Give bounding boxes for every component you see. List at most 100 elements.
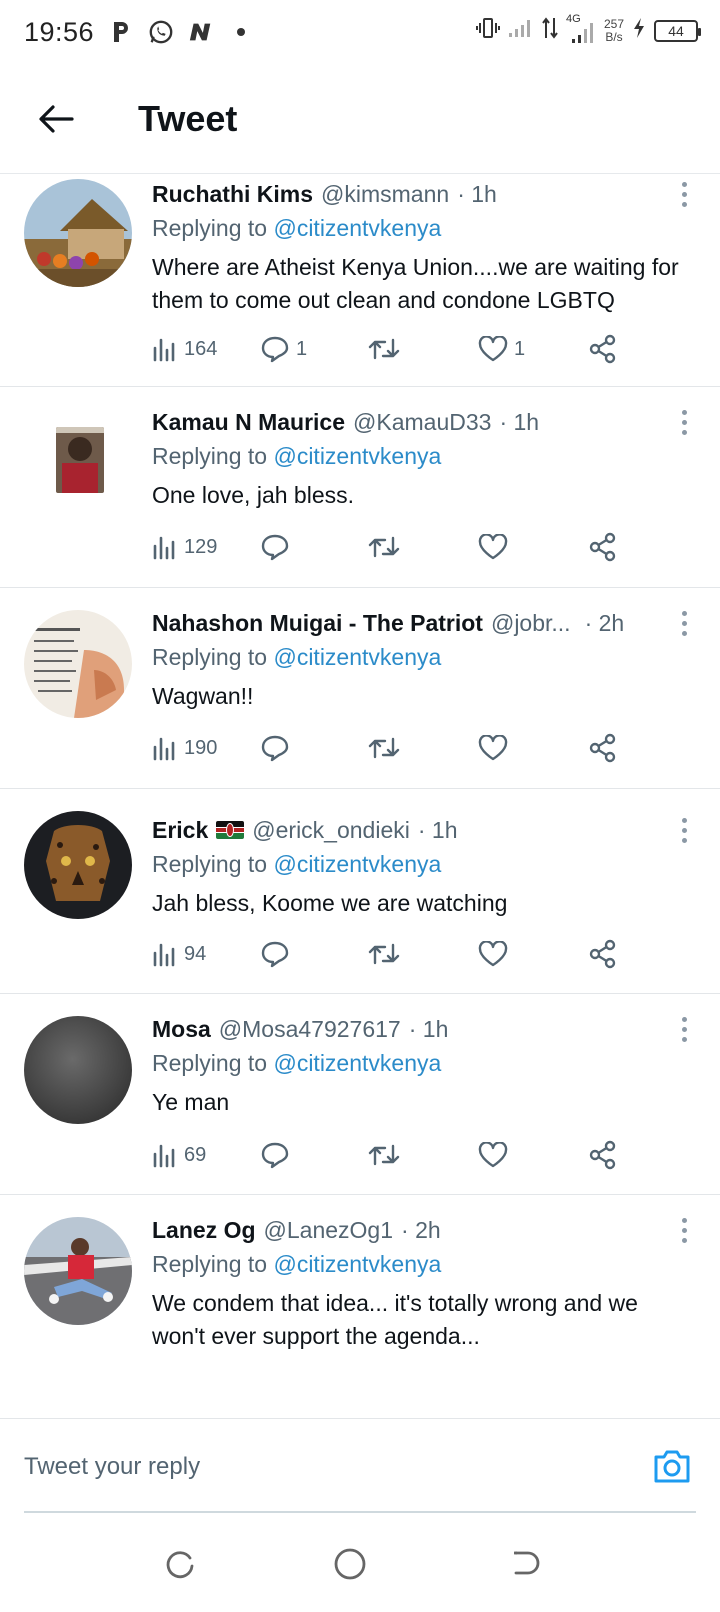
tweet-time: · 1h [417, 816, 458, 843]
like-count: 1 [514, 337, 526, 360]
back-nav-icon [514, 1551, 540, 1575]
avatar[interactable] [24, 179, 132, 287]
like-button[interactable] [478, 728, 508, 768]
retweet-button[interactable] [367, 728, 401, 768]
reply-tweet[interactable]: Erick @erick_ondieki · 1h Replying to @c… [0, 789, 720, 994]
retweet-button[interactable] [367, 527, 401, 567]
camera-button[interactable] [652, 1447, 692, 1487]
share-button[interactable] [588, 329, 618, 369]
mention-link[interactable]: @citizentvkenya [273, 1251, 441, 1277]
share-icon [589, 939, 616, 969]
display-name[interactable]: Erick [152, 817, 208, 844]
user-handle[interactable]: @erick_ondieki [252, 817, 410, 844]
reply-underline [24, 1511, 696, 1513]
like-button[interactable] [478, 527, 508, 567]
recent-apps-button[interactable] [160, 1544, 200, 1584]
views-count: 94 [184, 942, 207, 965]
like-button[interactable] [478, 934, 508, 974]
user-handle[interactable]: @Mosa47927617 [219, 1016, 401, 1043]
net-speed: 257 B/s [604, 17, 624, 44]
more-options-icon[interactable] [672, 1215, 696, 1245]
reply-tweet[interactable]: Mosa @Mosa47927617 · 1h Replying to @cit… [0, 994, 720, 1195]
retweet-button[interactable] [367, 329, 401, 369]
avatar[interactable] [24, 1016, 132, 1124]
reply-tweet[interactable]: Lanez Og @LanezOg1 · 2h Replying to @cit… [0, 1195, 720, 1418]
reply-composer [0, 1418, 720, 1516]
replying-to: Replying to @citizentvkenya [152, 851, 696, 881]
views-icon [153, 338, 175, 362]
retweet-button[interactable] [367, 1135, 401, 1175]
battery-level: 44 [668, 22, 684, 39]
reply-tweet[interactable]: Nahashon Muigai - The Patriot @jobr... ·… [0, 588, 720, 789]
replying-to: Replying to @citizentvkenya [152, 644, 696, 674]
reply-tweet[interactable]: Ruchathi Kims @kimsmann · 1h Replying to… [0, 175, 720, 387]
user-handle[interactable]: @LanezOg1 [264, 1217, 394, 1244]
mention-link[interactable]: @citizentvkenya [273, 215, 441, 241]
replying-to-label: Replying to [152, 1050, 268, 1076]
reply-input[interactable] [24, 1419, 584, 1515]
display-name[interactable]: Nahashon Muigai - The Patriot [152, 610, 483, 637]
tweet-time: · 1h [457, 180, 497, 207]
views-button[interactable]: 190 [152, 728, 217, 768]
share-button[interactable] [588, 934, 618, 974]
avatar[interactable] [56, 427, 104, 493]
share-button[interactable] [588, 527, 618, 567]
avatar[interactable] [24, 811, 132, 919]
tweet-text: One love, jah bless. [152, 482, 355, 508]
retweet-button[interactable] [367, 934, 401, 974]
reply-button[interactable] [260, 1135, 290, 1175]
reply-tweet[interactable]: Kamau N Maurice @KamauD33 · 1h Replying … [0, 387, 720, 588]
avatar[interactable] [24, 610, 132, 718]
views-button[interactable]: 129 [152, 527, 217, 567]
views-count: 129 [184, 535, 218, 558]
more-options-icon[interactable] [672, 815, 696, 845]
back-button[interactable] [26, 89, 86, 149]
heart-icon [478, 941, 508, 967]
share-button[interactable] [588, 1135, 618, 1175]
replies-feed[interactable]: Ruchathi Kims @kimsmann · 1h Replying to… [0, 175, 720, 1418]
net-speed-unit: B/s [605, 29, 623, 44]
more-options-icon[interactable] [672, 1014, 696, 1044]
user-handle[interactable]: @kimsmann [321, 181, 449, 208]
more-options-icon[interactable] [672, 407, 696, 437]
views-button[interactable]: 69 [152, 1135, 206, 1175]
display-name[interactable]: Lanez Og [152, 1217, 256, 1244]
heart-icon [478, 534, 508, 560]
like-button[interactable]: 1 [478, 329, 525, 369]
reply-button[interactable]: 1 [260, 329, 307, 369]
user-handle[interactable]: @jobr... [491, 610, 571, 637]
reply-icon [261, 534, 289, 561]
views-button[interactable]: 164 [152, 329, 217, 369]
tweet-time: · 2h [584, 609, 625, 636]
more-options-icon[interactable] [672, 179, 696, 209]
display-name[interactable]: Ruchathi Kims [152, 181, 313, 208]
avatar[interactable] [24, 1217, 132, 1325]
mention-link[interactable]: @citizentvkenya [273, 1050, 441, 1076]
tweet-time: · 1h [408, 1015, 449, 1042]
tweet-text: Wagwan!! [152, 683, 254, 709]
more-options-icon[interactable] [672, 608, 696, 638]
reply-button[interactable] [260, 527, 290, 567]
mention-link[interactable]: @citizentvkenya [273, 644, 441, 670]
status-time: 19:56 [24, 16, 95, 47]
views-button[interactable]: 94 [152, 934, 206, 974]
tweet-text: Jah bless, Koome we are watching [152, 890, 508, 916]
mention-link[interactable]: @citizentvkenya [273, 443, 441, 469]
home-button[interactable] [330, 1544, 370, 1584]
display-name[interactable]: Mosa [152, 1016, 211, 1043]
reply-icon [261, 941, 289, 968]
like-button[interactable] [478, 1135, 508, 1175]
display-name[interactable]: Kamau N Maurice [152, 409, 345, 436]
back-nav-button[interactable] [506, 1544, 546, 1584]
reply-button[interactable] [260, 934, 290, 974]
replying-to: Replying to @citizentvkenya [152, 215, 696, 245]
views-icon [153, 1144, 175, 1168]
mention-link[interactable]: @citizentvkenya [273, 851, 441, 877]
retweet-icon [368, 338, 400, 360]
share-icon [589, 532, 616, 562]
whatsapp-icon [148, 19, 174, 45]
share-button[interactable] [588, 728, 618, 768]
reply-button[interactable] [260, 728, 290, 768]
tweet-text: We condem that idea... it's totally wron… [152, 1290, 638, 1349]
user-handle[interactable]: @KamauD33 [353, 409, 491, 436]
